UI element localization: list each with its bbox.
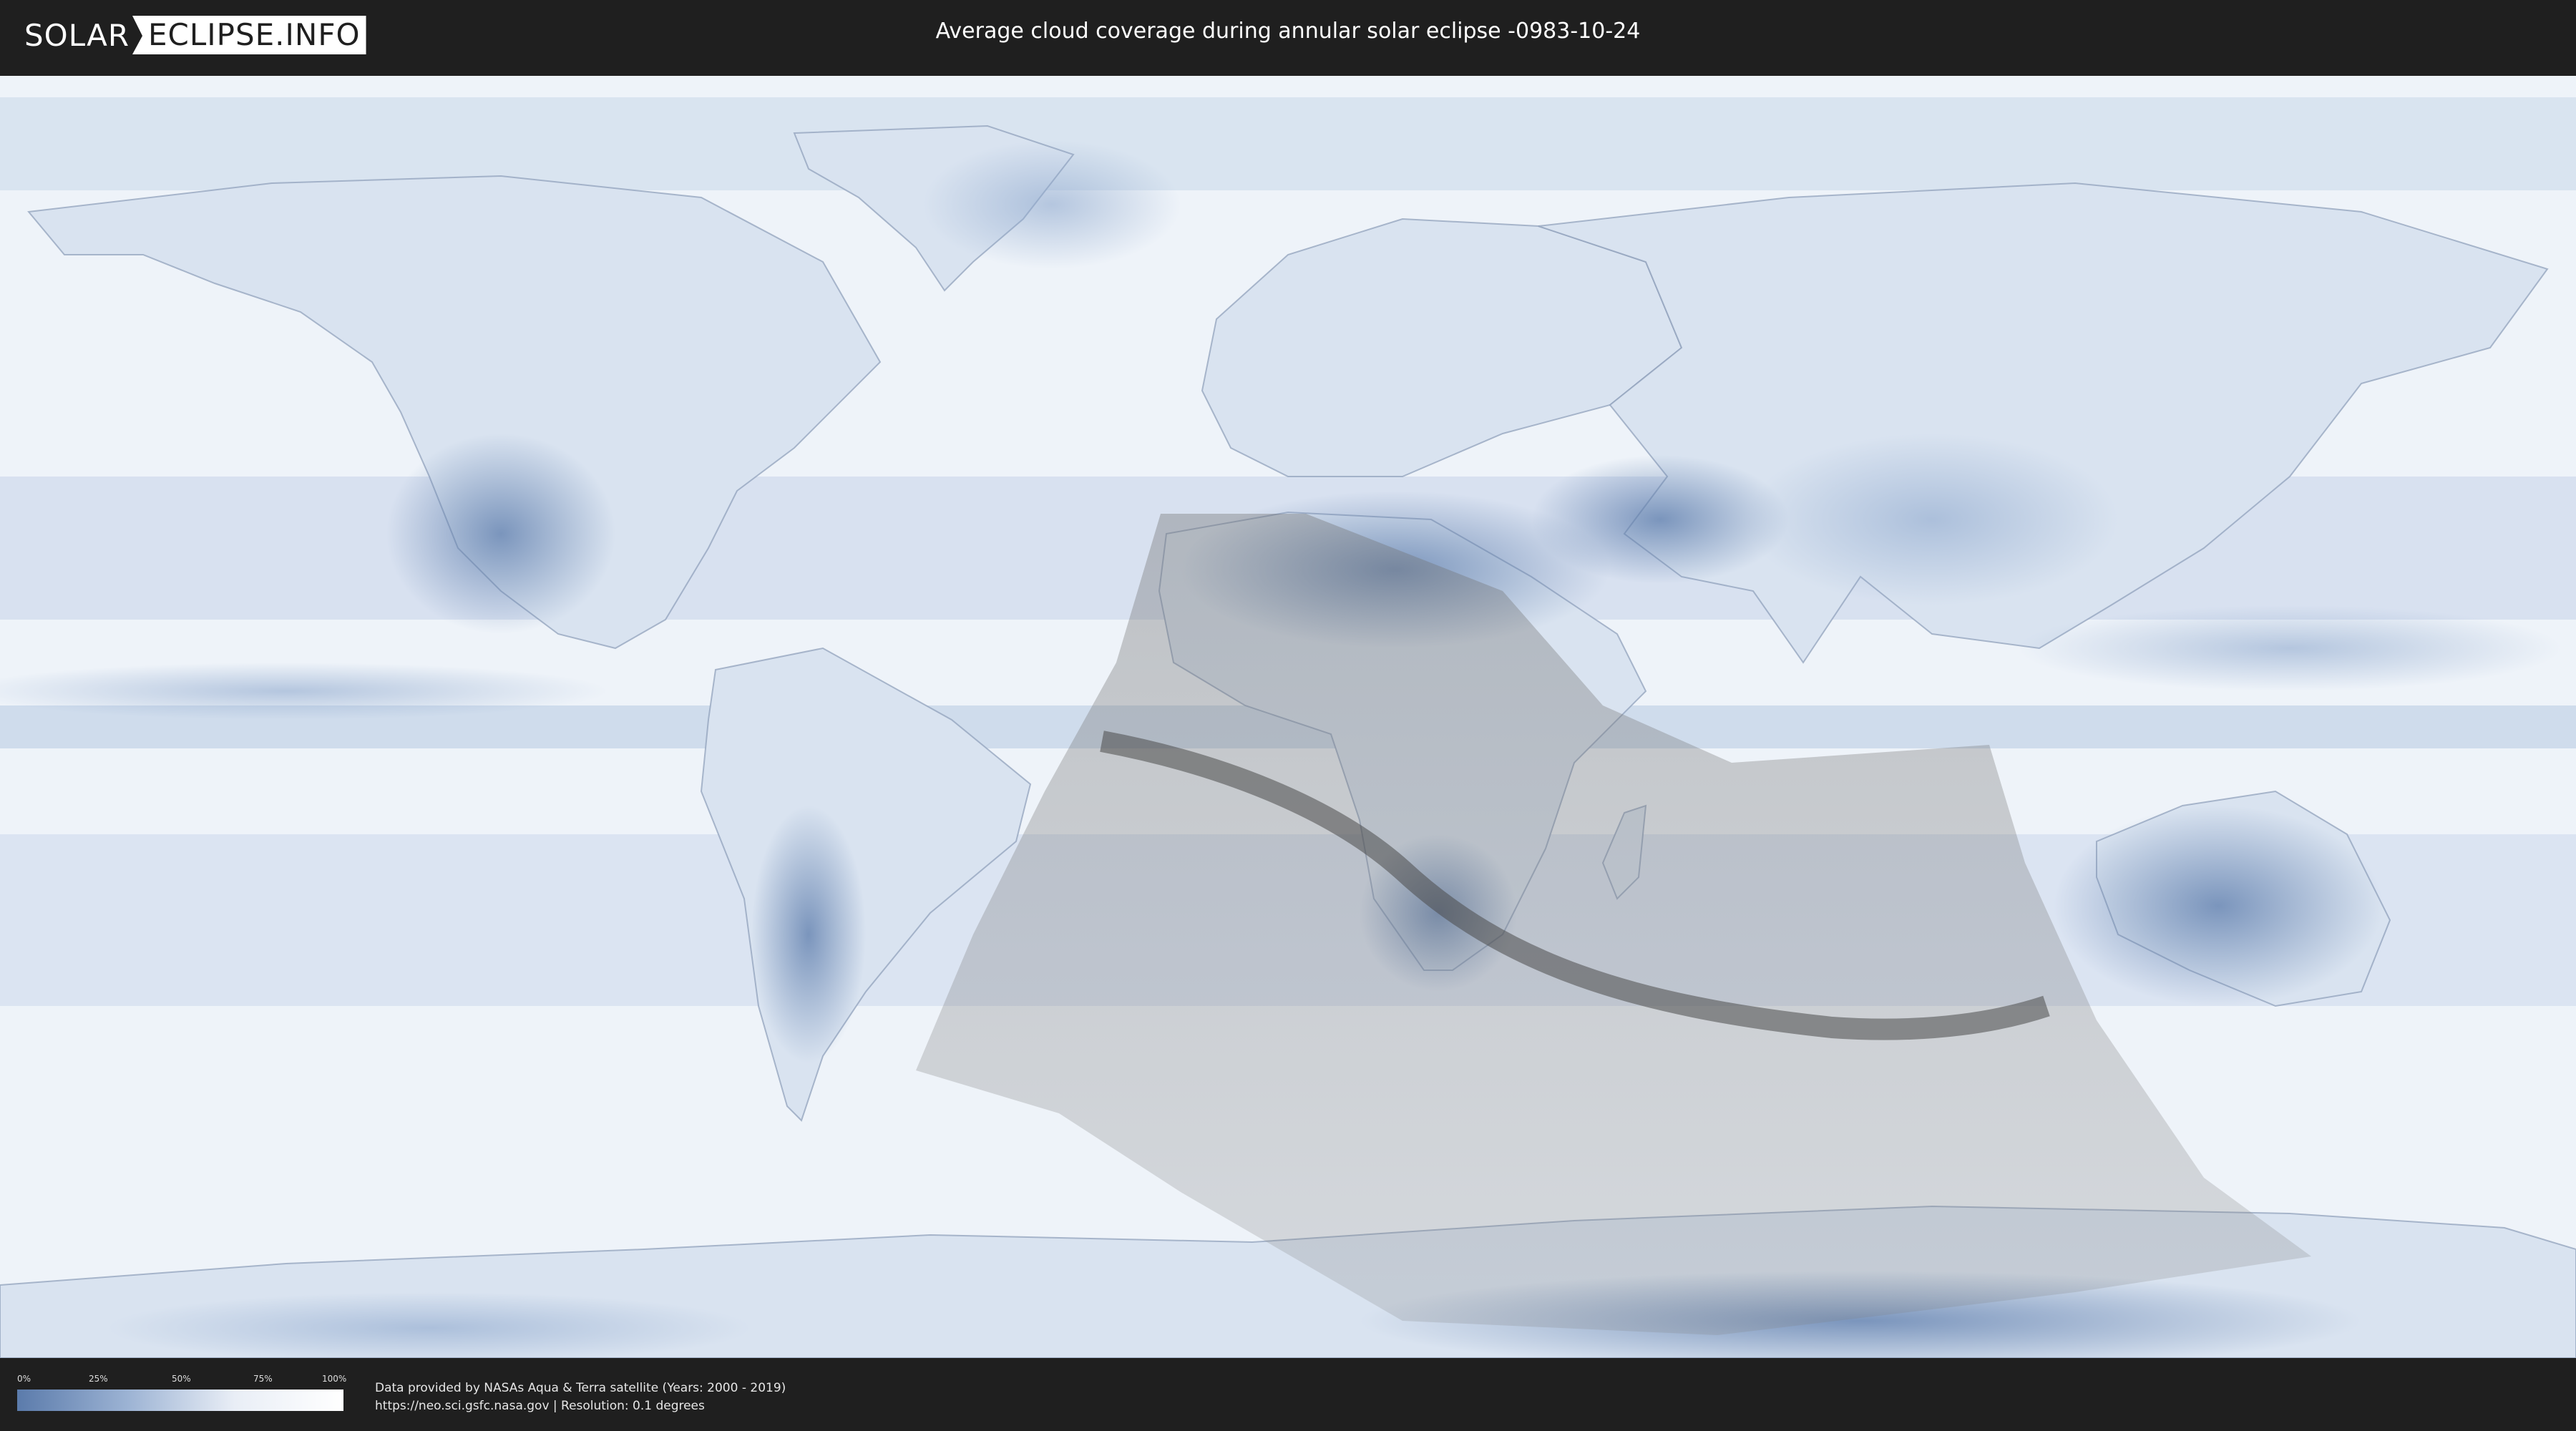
world-map-svg — [0, 76, 2576, 1358]
legend-tick-0: 0% — [17, 1374, 31, 1384]
credit-line-url[interactable]: https://neo.sci.gsfc.nasa.gov | Resoluti… — [375, 1397, 786, 1415]
cloud-coverage-map — [0, 76, 2576, 1358]
header-bar: SOLAR ECLIPSE.INFO Average cloud coverag… — [0, 0, 2576, 70]
legend-gradient-bar — [17, 1390, 343, 1411]
cloud-coverage-legend: 0% 25% 50% 75% 100% — [17, 1374, 347, 1411]
page-title: Average cloud coverage during annular so… — [935, 19, 1641, 44]
legend-tick-75: 75% — [253, 1374, 273, 1384]
credit-line-source: Data provided by NASAs Aqua & Terra sate… — [375, 1381, 786, 1395]
legend-tick-25: 25% — [89, 1374, 108, 1384]
data-credits: Data provided by NASAs Aqua & Terra sate… — [375, 1379, 786, 1415]
legend-ticks: 0% 25% 50% 75% 100% — [17, 1374, 347, 1390]
cloud-band-north — [0, 97, 2576, 190]
legend-tick-50: 50% — [172, 1374, 191, 1384]
footer-bar: 0% 25% 50% 75% 100% Data provided by NAS… — [0, 1358, 2576, 1431]
legend-tick-100: 100% — [322, 1374, 347, 1384]
